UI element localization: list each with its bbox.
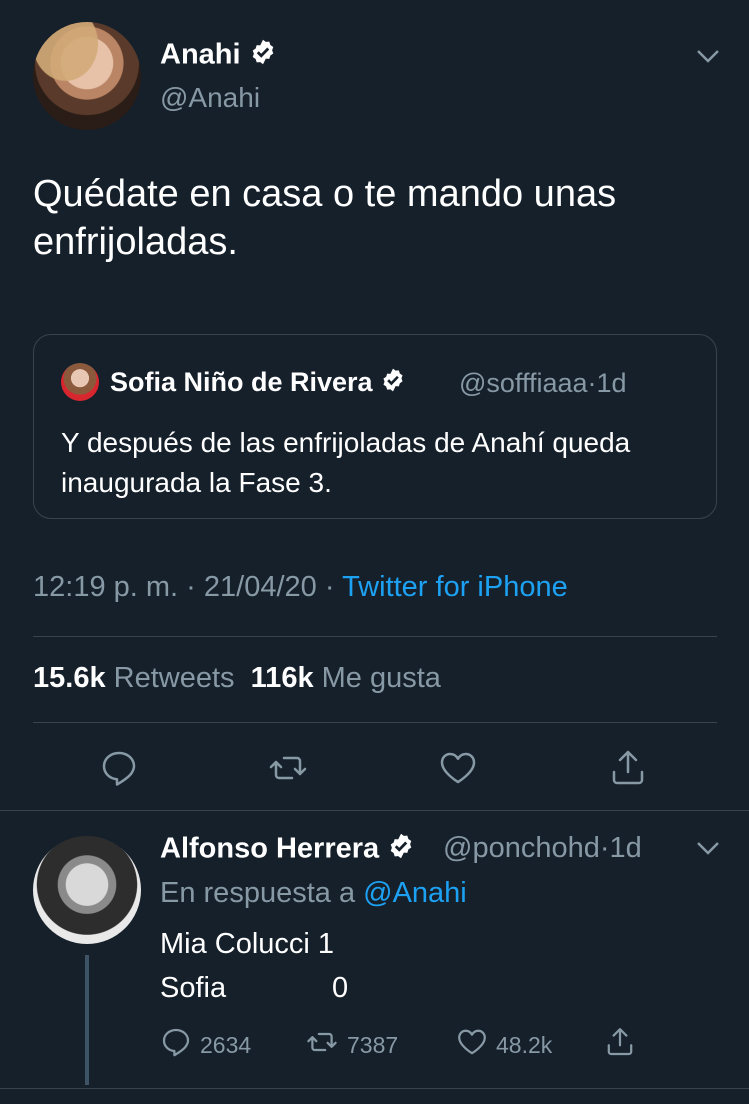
tweet-text: Quédate en casa o te mando unas enfrijol… (33, 173, 617, 263)
tweet-time: 12:19 p. m. (33, 571, 179, 603)
reply-icon (160, 1026, 192, 1064)
reply-icon[interactable] (99, 748, 139, 788)
divider (33, 722, 717, 723)
share-icon (604, 1026, 636, 1064)
divider (0, 810, 749, 811)
chevron-down-icon[interactable] (694, 838, 722, 863)
separator-dot: · (324, 571, 335, 603)
separator-dot: · (186, 571, 196, 603)
avatar-anahi[interactable] (33, 22, 141, 130)
reply-author-handle[interactable]: @ponchohd (443, 832, 600, 864)
separator-dot: · (587, 368, 597, 398)
tweet-date: 21/04/20 (203, 571, 317, 603)
separator-dot: · (599, 832, 610, 864)
reply-author-name-text: Alfonso Herrera (160, 832, 380, 865)
likes-label: Me gusta (321, 662, 441, 694)
divider (0, 1088, 749, 1089)
tweet-meta: 12:19 p. m. · 21/04/20 · Twitter for iPh… (33, 571, 568, 604)
tweet-stats: 15.6k Retweets 116k Me gusta (33, 662, 441, 695)
quoted-author-meta: @sofffiaaa·1d (459, 368, 627, 399)
author-name-text: Anahi (160, 38, 241, 71)
reply-text-line2-score: 0 (332, 972, 349, 1004)
like-count: 48.2k (496, 1031, 553, 1058)
retweets-stat[interactable]: 15.6k Retweets (33, 662, 235, 694)
quoted-time: 1d (596, 368, 627, 398)
avatar-alfonso[interactable] (33, 836, 141, 944)
likes-stat[interactable]: 116k Me gusta (251, 662, 441, 694)
chevron-down-icon[interactable] (694, 46, 722, 71)
in-reply-prefix: En respuesta a (160, 877, 356, 909)
reply-share-button[interactable] (604, 1028, 636, 1062)
retweet-icon[interactable] (268, 748, 308, 788)
reply-text-line1: Mia Colucci 1 (160, 928, 335, 960)
share-icon[interactable] (608, 748, 648, 788)
reply-time: 1d (609, 832, 642, 864)
divider (33, 636, 717, 637)
quoted-text: Y después de las enfrijoladas de Anahí q… (61, 427, 631, 498)
likes-count: 116k (250, 662, 314, 694)
reply-author-name[interactable]: Alfonso Herrera (160, 832, 415, 868)
in-reply-to: En respuesta a @Anahi (160, 877, 467, 910)
like-icon (456, 1026, 488, 1064)
reply-text-line2-name: Sofia (160, 972, 227, 1004)
quoted-author-handle: @sofffiaaa (459, 368, 588, 398)
reply-retweet-button[interactable]: 7387 (305, 1028, 398, 1062)
retweets-count: 15.6k (33, 662, 106, 694)
tweet-source-link[interactable]: Twitter for iPhone (342, 571, 568, 603)
retweet-icon (305, 1026, 339, 1064)
verified-badge-icon (380, 367, 406, 400)
retweet-count: 7387 (347, 1031, 399, 1058)
quoted-author-name: Sofia Niño de Rivera (110, 367, 406, 400)
quoted-author-name-text: Sofia Niño de Rivera (110, 367, 373, 397)
author-name[interactable]: Anahi (160, 38, 277, 74)
avatar-sofia[interactable] (61, 363, 99, 401)
reply-author-meta: @ponchohd·1d (443, 832, 642, 865)
verified-badge-icon (249, 38, 277, 74)
thread-line (85, 955, 89, 1085)
like-icon[interactable] (438, 748, 478, 788)
in-reply-handle-link[interactable]: @Anahi (363, 877, 467, 909)
quoted-tweet[interactable]: Sofia Niño de Rivera @sofffiaaa·1d Y des… (33, 334, 717, 519)
verified-badge-icon (387, 832, 415, 868)
reply-count: 2634 (200, 1031, 252, 1058)
reply-reply-button[interactable]: 2634 (160, 1028, 251, 1062)
retweets-label: Retweets (113, 662, 235, 694)
author-handle[interactable]: @Anahi (160, 82, 260, 114)
reply-like-button[interactable]: 48.2k (456, 1028, 552, 1062)
